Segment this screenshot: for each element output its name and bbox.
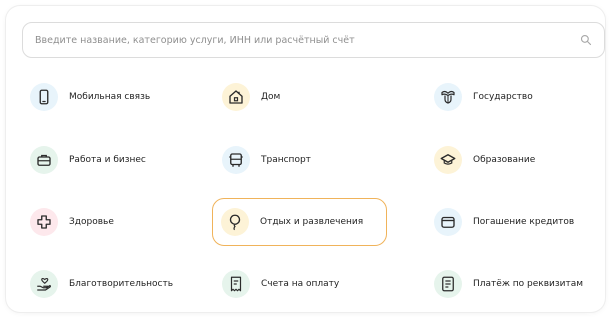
category-tile-bills[interactable]: Счета на оплату: [214, 260, 389, 308]
category-tile-home[interactable]: Дом: [214, 73, 389, 121]
charity-hand-icon: [30, 270, 58, 298]
house-icon: [222, 83, 250, 111]
medical-cross-icon: [30, 208, 58, 236]
balloon-icon: [221, 208, 249, 236]
search-input[interactable]: [35, 34, 580, 46]
category-label: Платёж по реквизитам: [473, 279, 584, 289]
category-label: Здоровье: [69, 217, 114, 227]
category-tile-charity[interactable]: Благотворительность: [22, 260, 212, 308]
state-emblem-icon: [434, 83, 462, 111]
category-label: Образование: [473, 155, 536, 165]
graduation-cap-icon: [434, 146, 462, 174]
briefcase-icon: [30, 146, 58, 174]
details-document-icon: [434, 270, 462, 298]
category-label: Государство: [473, 92, 533, 102]
category-label: Благотворительность: [69, 279, 174, 289]
category-tile-leisure[interactable]: Отдых и развлечения: [212, 198, 387, 246]
category-label: Погашение кредитов: [473, 217, 575, 227]
category-tile-state[interactable]: Государство: [426, 73, 605, 121]
category-label: Отдых и развлечения: [260, 217, 364, 227]
search-field[interactable]: [22, 22, 605, 58]
mobile-phone-icon: [30, 83, 58, 111]
bus-icon: [222, 146, 250, 174]
category-tile-payment-by-details[interactable]: Платёж по реквизитам: [426, 260, 605, 308]
category-tile-transport[interactable]: Транспорт: [214, 136, 389, 184]
bill-icon: [222, 270, 250, 298]
category-label: Мобильная связь: [69, 92, 151, 102]
category-tile-work-business[interactable]: Работа и бизнес: [22, 136, 212, 184]
category-label: Дом: [261, 92, 281, 102]
category-tile-loan-repayment[interactable]: Погашение кредитов: [426, 198, 605, 246]
category-label: Работа и бизнес: [69, 155, 146, 165]
search-icon[interactable]: [580, 34, 592, 46]
wallet-icon: [434, 208, 462, 236]
category-tile-mobile[interactable]: Мобильная связь: [22, 73, 212, 121]
category-tile-education[interactable]: Образование: [426, 136, 605, 184]
category-grid: Мобильная связь Дом Государство Работа и…: [22, 73, 605, 309]
category-tile-health[interactable]: Здоровье: [22, 198, 212, 246]
category-label: Транспорт: [261, 155, 311, 165]
category-label: Счета на оплату: [261, 279, 340, 289]
